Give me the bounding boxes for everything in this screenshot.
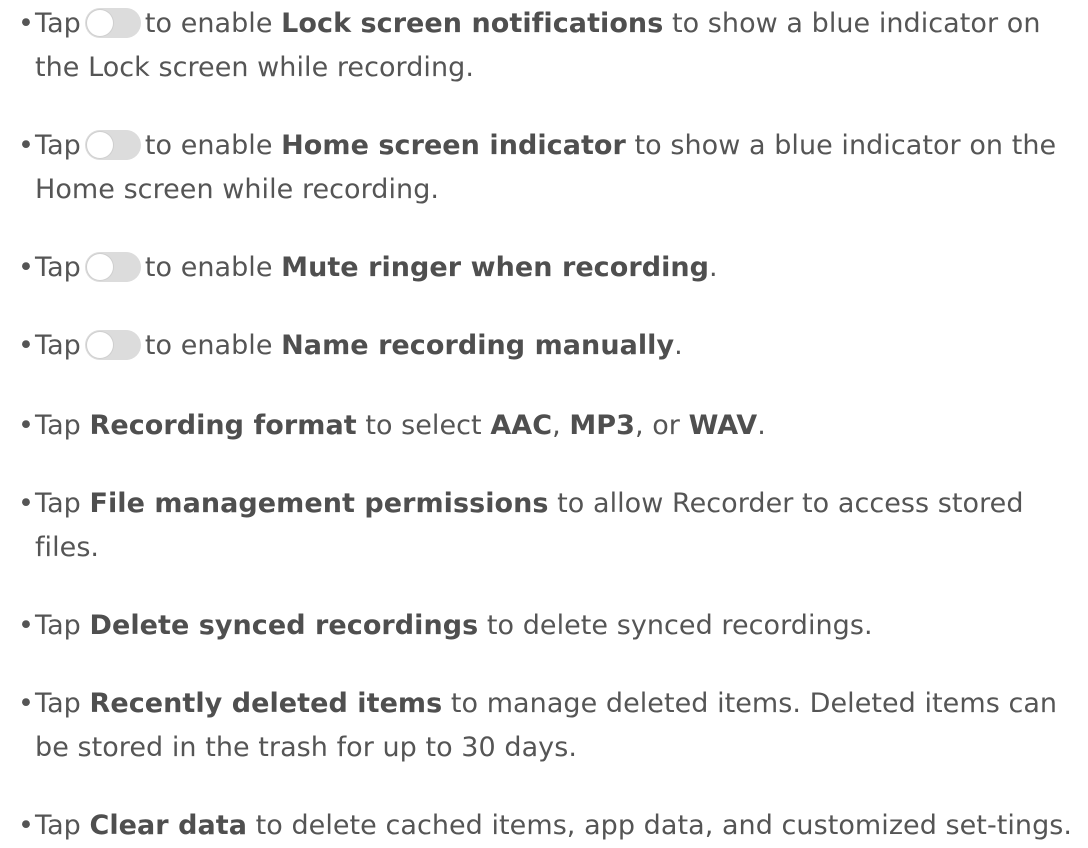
list-item-recently-deleted: • Tap Recently deleted items to manage de… bbox=[16, 682, 1076, 770]
bullet: • bbox=[18, 610, 34, 641]
list-item-text: Tap Delete synced recordings to delete s… bbox=[16, 604, 1076, 648]
setting-name: Delete synced recordings bbox=[89, 610, 479, 641]
setting-name: Name recording manually bbox=[281, 330, 675, 361]
instruction-text: . bbox=[757, 410, 766, 441]
list-item-text: Tap File management permissions to allow… bbox=[16, 482, 1076, 570]
bullet: • bbox=[18, 130, 34, 161]
instruction-text: . bbox=[709, 252, 718, 283]
setting-name: File management permissions bbox=[89, 488, 549, 519]
bullet: • bbox=[18, 330, 34, 361]
instruction-text: to enable bbox=[144, 8, 282, 39]
instruction-text: Tap bbox=[35, 810, 90, 841]
bullet: • bbox=[18, 488, 34, 519]
instruction-text: Tap bbox=[35, 130, 81, 161]
setting-name: Recently deleted items bbox=[89, 688, 443, 719]
instruction-text: to enable bbox=[144, 252, 282, 283]
bullet: • bbox=[18, 688, 34, 719]
list-item-text: Tap Recording format to select AAC, MP3,… bbox=[16, 404, 1076, 448]
instruction-text: Tap bbox=[35, 410, 90, 441]
list-item-lock-screen: • Tap to enable Lock screen notifications … bbox=[16, 2, 1076, 90]
instruction-text: Tap bbox=[35, 488, 90, 519]
setting-name: MP3 bbox=[569, 410, 635, 441]
list-item-text: Tap Recently deleted items to manage del… bbox=[16, 682, 1076, 770]
list-item-text: Tap to enable Home screen indicator to sh… bbox=[16, 124, 1076, 212]
instruction-text: Tap bbox=[35, 610, 90, 641]
list-item-delete-synced: • Tap Delete synced recordings to delete … bbox=[16, 604, 1076, 648]
toggle-switch-icon bbox=[84, 329, 141, 360]
bullet: • bbox=[18, 410, 34, 441]
instruction-text: , bbox=[552, 410, 570, 441]
instruction-text: Tap bbox=[35, 330, 81, 361]
list-item-text: Tap to enable Name recording manually. bbox=[16, 324, 1076, 368]
instruction-text: Tap bbox=[35, 688, 90, 719]
list-item-file-permissions: • Tap File management permissions to allo… bbox=[16, 482, 1076, 570]
toggle-knob bbox=[86, 253, 113, 280]
setting-name: Recording format bbox=[89, 410, 357, 441]
instruction-text: to delete synced recordings. bbox=[478, 610, 873, 641]
toggle-knob bbox=[86, 331, 113, 358]
bullet: • bbox=[18, 8, 34, 39]
toggle-switch-icon bbox=[84, 251, 141, 282]
toggle-knob bbox=[86, 131, 113, 158]
setting-name: Mute ringer when recording bbox=[281, 252, 710, 283]
setting-name: Lock screen notifications bbox=[281, 8, 664, 39]
bullet: • bbox=[18, 252, 34, 283]
list-item-home-screen: • Tap to enable Home screen indicator to s… bbox=[16, 124, 1076, 212]
instruction-text: to enable bbox=[144, 330, 282, 361]
toggle-switch-icon bbox=[84, 7, 141, 38]
instruction-text: to select bbox=[356, 410, 491, 441]
bullet: • bbox=[18, 810, 34, 841]
toggle-switch-icon bbox=[84, 129, 141, 160]
list-item-mute-ringer: • Tap to enable Mute ringer when recording… bbox=[16, 246, 1076, 290]
setting-name: AAC bbox=[490, 410, 553, 441]
instruction-text: , or bbox=[634, 410, 689, 441]
setting-name: Clear data bbox=[89, 810, 247, 841]
instruction-text: . bbox=[674, 330, 683, 361]
instruction-text: to delete cached items, app data, and cu… bbox=[247, 810, 1073, 841]
toggle-knob bbox=[86, 9, 113, 36]
instruction-text: to enable bbox=[144, 130, 282, 161]
list-item-text: Tap Clear data to delete cached items, a… bbox=[16, 804, 1076, 848]
list-item-recording-format: • Tap Recording format to select AAC, MP3… bbox=[16, 404, 1076, 448]
setting-name: WAV bbox=[688, 410, 758, 441]
setting-name: Home screen indicator bbox=[281, 130, 626, 161]
list-item-clear-data: • Tap Clear data to delete cached items, … bbox=[16, 804, 1076, 848]
list-item-text: Tap to enable Lock screen notifications t… bbox=[16, 2, 1076, 90]
list-item-name-recording: • Tap to enable Name recording manually. bbox=[16, 324, 1076, 368]
list-item-text: Tap to enable Mute ringer when recording. bbox=[16, 246, 1076, 290]
instruction-text: Tap bbox=[35, 8, 81, 39]
instruction-text: Tap bbox=[35, 252, 81, 283]
